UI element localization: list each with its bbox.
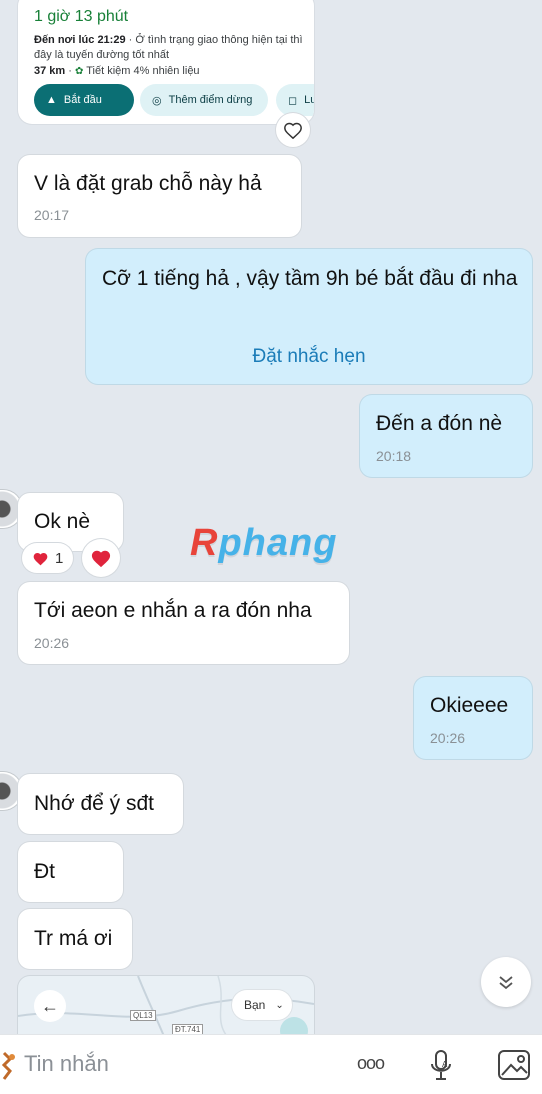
message-text: Ok nè xyxy=(34,510,91,533)
route-card[interactable]: 1 giờ 13 phút Đến nơi lúc 21:29 · Ở tình… xyxy=(18,0,314,124)
more-options-icon[interactable]: ooo xyxy=(357,1053,385,1074)
message-text: Đến a đón nè xyxy=(376,412,503,435)
road-label: QL13 xyxy=(130,1010,156,1021)
message-time: 20:17 xyxy=(34,207,70,223)
add-reaction-button[interactable] xyxy=(82,539,120,577)
route-duration: 1 giờ 13 phút xyxy=(34,8,129,25)
back-arrow-icon[interactable]: ← xyxy=(34,990,66,1022)
message-text: Cỡ 1 tiếng hả , vậy tầm 9h bé bắt đầu đi… xyxy=(102,267,518,290)
sticker-icon[interactable] xyxy=(0,1049,16,1083)
add-stop-icon: ◎ xyxy=(152,94,162,107)
message-outgoing[interactable]: Đến a đón nè 20:18 xyxy=(360,395,532,477)
message-incoming[interactable]: Tr má ơi xyxy=(18,909,132,969)
message-time: 20:18 xyxy=(376,448,412,464)
heart-icon xyxy=(33,552,48,565)
message-input[interactable]: Tin nhắn xyxy=(24,1051,109,1077)
heart-icon xyxy=(91,550,111,568)
react-heart-button[interactable] xyxy=(276,113,310,147)
route-arrival: Đến nơi lúc 21:29 · Ở tình trạng giao th… xyxy=(34,34,303,61)
double-chevron-down-icon xyxy=(499,976,513,990)
watermark-logo: Rphang xyxy=(190,522,338,564)
start-button[interactable]: ▲ Bắt đầu xyxy=(34,84,134,116)
message-outgoing[interactable]: Okieeee 20:26 xyxy=(414,677,532,759)
svg-text:A: A xyxy=(442,1060,448,1069)
message-text: Tới aeon e nhắn a ra đón nha xyxy=(34,599,312,622)
image-gallery-icon[interactable] xyxy=(497,1049,531,1086)
message-text: Okieeee xyxy=(430,694,509,717)
navigate-arrow-icon: ▲ xyxy=(46,94,57,106)
add-stop-button[interactable]: ◎ Thêm điểm dừng xyxy=(140,84,268,116)
message-text: Nhớ để ý sđt xyxy=(34,792,154,815)
save-route-button[interactable]: ◻ Lưu xyxy=(276,84,314,116)
message-incoming[interactable]: Nhớ để ý sđt xyxy=(18,774,183,834)
message-text: Đt xyxy=(34,860,55,883)
message-outgoing[interactable]: Cỡ 1 tiếng hả , vậy tầm 9h bé bắt đầu đi… xyxy=(86,249,532,384)
location-chip[interactable]: Bạn ⌄ xyxy=(232,990,292,1020)
route-distance: 37 km · ✿ Tiết kiệm 4% nhiên liệu xyxy=(34,65,200,77)
heart-outline-icon xyxy=(284,122,302,139)
message-text: V là đặt grab chỗ này hả xyxy=(34,172,262,195)
message-incoming[interactable]: V là đặt grab chỗ này hả 20:17 xyxy=(18,155,301,237)
composer-bar: Tin nhắn ooo A xyxy=(0,1034,542,1094)
leaf-icon: ✿ xyxy=(74,66,84,77)
bookmark-icon: ◻ xyxy=(288,94,298,107)
set-reminder-link[interactable]: Đặt nhắc hẹn xyxy=(86,346,532,368)
microphone-icon[interactable]: A xyxy=(428,1049,454,1088)
chevron-down-icon: ⌄ xyxy=(275,999,284,1011)
message-incoming[interactable]: Đt xyxy=(18,842,123,902)
message-time: 20:26 xyxy=(34,635,70,651)
reaction-count-badge[interactable]: 1 xyxy=(22,543,74,573)
message-incoming[interactable]: Tới aeon e nhắn a ra đón nha 20:26 xyxy=(18,582,349,664)
message-text: Tr má ơi xyxy=(34,927,113,950)
message-time: 20:26 xyxy=(430,730,466,746)
scroll-to-bottom-button[interactable] xyxy=(481,957,531,1007)
